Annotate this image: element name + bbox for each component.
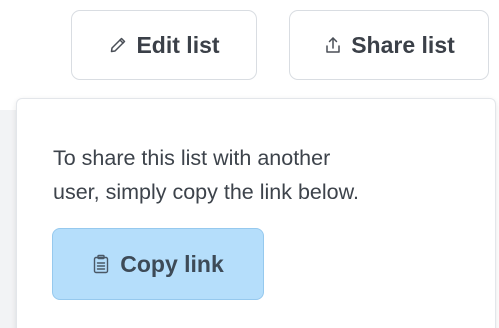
background-panel-edge [0,110,17,328]
pencil-icon [108,35,128,55]
clipboard-icon [92,254,110,274]
edit-list-button[interactable]: Edit list [71,10,257,80]
copy-link-button[interactable]: Copy link [52,228,264,300]
share-popover: To share this list with another user, si… [16,98,496,328]
share-instructions-line-1: To share this list with another [53,146,331,170]
edit-list-label: Edit list [136,31,220,58]
share-list-label: Share list [351,31,455,58]
share-upload-icon [323,35,343,55]
copy-link-label: Copy link [120,250,224,277]
share-instructions: To share this list with another user, si… [53,141,473,209]
share-list-button[interactable]: Share list [289,10,489,80]
share-instructions-line-2: user, simply copy the link below. [53,180,359,204]
share-list-screen: Edit list Share list To share this list … [0,0,499,328]
